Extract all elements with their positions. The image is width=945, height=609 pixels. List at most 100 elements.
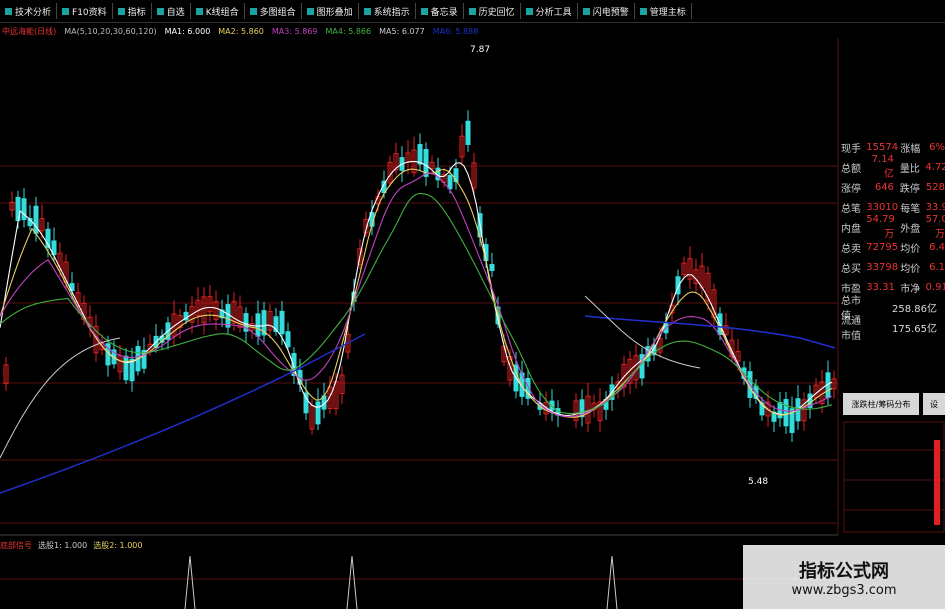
quote-value: 33010 [866,201,899,213]
toolbar-item-label: 管理主标 [649,7,686,18]
quote-value: 646 [874,181,894,193]
candle-body [123,355,129,381]
quote-value: 33798 [866,261,899,273]
kline-chart[interactable]: 7.87 5.48 [0,38,945,609]
quote-value: 0.91 [925,281,945,293]
candle-body [21,198,27,221]
ma1-value: MA1: 6.000 [164,26,211,36]
toolbar-item-icon [363,7,371,15]
quote-label: 涨幅 [900,143,921,155]
toolbar-item-label: F10资料 [72,7,107,18]
toolbar-item[interactable]: 多图组合 [245,3,302,19]
quote-row: 总额 7.14亿 量比 4.72 [838,154,945,180]
toolbar-item-label: 历史回忆 [478,7,515,18]
quote-label: 每笔 [900,203,921,215]
toolbar-item-icon [468,7,476,15]
toolbar-item-icon [582,7,590,15]
quote-label: 外盘 [900,223,921,235]
ma5-value: MA5: 6.077 [379,26,425,36]
top-toolbar: 技术分析 F10资料 指标 自选 K线组合 多图组合 图形叠加 系统指示 备忘录 历史回忆 分析工具… [0,0,945,23]
toolbar-item[interactable]: 自选 [152,3,191,19]
toolbar-item-label: 分析工具 [535,7,572,18]
ma3-value: MA3: 5.869 [271,26,318,36]
toolbar-item-icon [156,7,164,15]
quote-row: 流通市值 175.65亿 [838,316,945,342]
toolbar-item[interactable]: 管理主标 [635,3,692,19]
toolbar-item[interactable]: 图形叠加 [302,3,359,19]
panel-buttons: 涨跌柱/筹码分布 设 [843,393,945,415]
toolbar-item-icon [117,7,125,15]
watermark-title: 指标公式网 [799,560,889,582]
mini-chart [843,421,945,533]
quote-row: 内盘54.79万外盘57.09万 [838,214,945,240]
moving-averages [0,160,836,494]
signal-spike [346,555,358,609]
ma-line-blue [0,315,836,494]
candle-body [417,144,423,165]
toolbar-item[interactable]: 备忘录 [416,3,464,19]
candle-body [447,175,453,190]
quote-panel: 现手 15574 涨幅 6% 总额 7.14亿 量比 4.72 涨停 646 跌停 528 总笔 3301… [838,135,945,400]
settings-button[interactable]: 设 [923,393,945,415]
toolbar-item-icon [62,7,70,15]
indicator-param2: 选股2: 1.000 [93,540,143,550]
indicator-panel [0,555,838,609]
quote-label: 量比 [899,163,920,175]
toolbar-item[interactable]: 分析工具 [521,3,578,19]
toolbar-item-icon [525,7,533,15]
toolbar-item-icon [420,7,428,15]
toolbar-item[interactable]: 指标 [113,3,152,19]
toolbar-item[interactable]: 技术分析 [0,3,58,19]
quote-row: 总卖 72795 均价 6.4 [838,237,945,257]
ma-params: MA(5,10,20,30,60,120) [64,26,157,36]
toolbar-item-icon [195,7,203,15]
watermark-url: www.zbgs3.com [791,582,897,598]
toolbar-item-label: 闪电预警 [592,7,629,18]
ma4-value: MA4: 5.866 [325,26,372,36]
chart-grid [0,38,839,536]
low-price-label: 5.48 [748,477,768,487]
quote-label: 内盘 [841,223,861,235]
candle-body [489,264,495,272]
quote-row: 涨停 646 跌停 528 [838,177,945,197]
chip-distribution-button[interactable]: 涨跌柱/筹码分布 [843,393,919,415]
quote-label: 均价 [900,263,921,275]
quote-value: 33.9 [925,201,945,213]
toolbar-item-label: 图形叠加 [316,7,353,18]
toolbar-item-icon [249,7,257,15]
signal-spike [606,555,618,609]
quote-label: 总额 [841,163,861,175]
quote-value: 72795 [866,241,899,253]
toolbar-item[interactable]: 历史回忆 [464,3,521,19]
ma6-value: MA6: 5.888 [432,26,479,36]
toolbar-item-icon [306,7,314,15]
quote-value: 175.65亿 [892,323,937,335]
indicator-param1: 选股1: 1.000 [38,540,88,550]
quote-value: 4.72 [925,161,945,173]
toolbar-item[interactable]: 系统指示 [359,3,416,19]
quote-label: 总买 [841,263,861,275]
quote-label: 总笔 [841,203,861,215]
quote-value: 6.1 [929,261,945,273]
toolbar-item[interactable]: K线组合 [191,3,245,19]
candle-body [285,331,291,348]
quote-label: 现手 [841,143,861,155]
indicator-info-bar: 底部信号 选股1: 1.000 选股2: 1.000 [0,538,300,552]
toolbar-item-label: 指标 [127,7,146,18]
quote-label: 跌停 [899,183,920,195]
toolbar-item[interactable]: F10资料 [57,3,113,19]
toolbar-item-label: 多图组合 [259,7,296,18]
toolbar-item-icon [639,7,647,15]
toolbar-item-label: 技术分析 [15,7,52,18]
toolbar-item-label: K线组合 [205,7,239,18]
signal-spike [184,555,196,609]
quote-value: 33.31 [866,281,895,293]
quote-value: 15574 [866,141,899,153]
quote-value: 6.4 [929,241,945,253]
candle-body [255,313,261,337]
toolbar-item[interactable]: 闪电预警 [578,3,635,19]
stock-name: 中远海能(日线) [2,26,57,36]
quote-value: 258.86亿 [892,303,937,315]
quote-value: 528 [925,181,945,193]
candle-body [465,120,471,145]
